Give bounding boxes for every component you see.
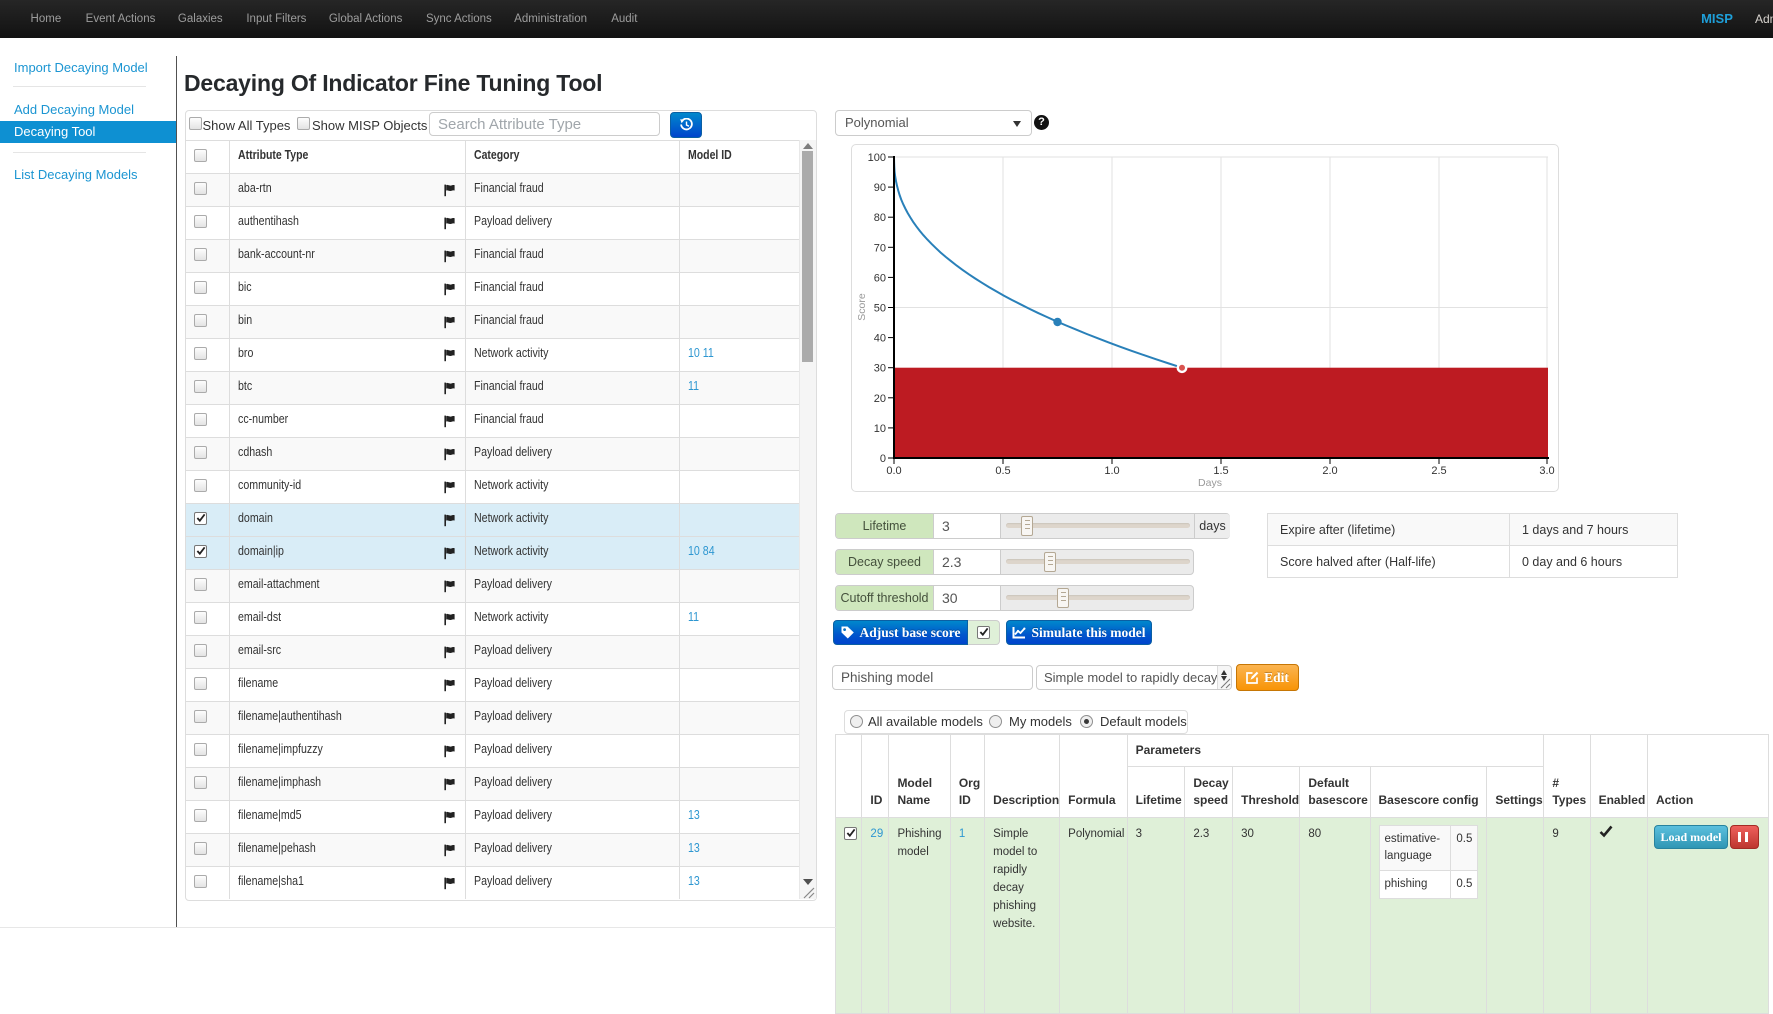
svg-text:0.0: 0.0	[886, 465, 901, 477]
svg-text:3.0: 3.0	[1539, 465, 1554, 477]
svg-text:10: 10	[874, 423, 886, 435]
svg-text:40: 40	[874, 333, 886, 345]
svg-text:2.5: 2.5	[1431, 465, 1446, 477]
svg-text:1.5: 1.5	[1213, 465, 1228, 477]
svg-text:20: 20	[874, 393, 886, 405]
svg-text:50: 50	[874, 303, 886, 315]
svg-text:Score: Score	[856, 293, 868, 321]
svg-text:30: 30	[874, 363, 886, 375]
svg-text:2.0: 2.0	[1322, 465, 1337, 477]
svg-text:60: 60	[874, 272, 886, 284]
svg-text:80: 80	[874, 212, 886, 224]
svg-text:0: 0	[880, 453, 886, 465]
svg-text:100: 100	[868, 152, 886, 164]
svg-text:0.5: 0.5	[995, 465, 1010, 477]
svg-text:Days: Days	[1198, 477, 1222, 489]
svg-text:90: 90	[874, 182, 886, 194]
svg-text:70: 70	[874, 242, 886, 254]
svg-text:1.0: 1.0	[1104, 465, 1119, 477]
